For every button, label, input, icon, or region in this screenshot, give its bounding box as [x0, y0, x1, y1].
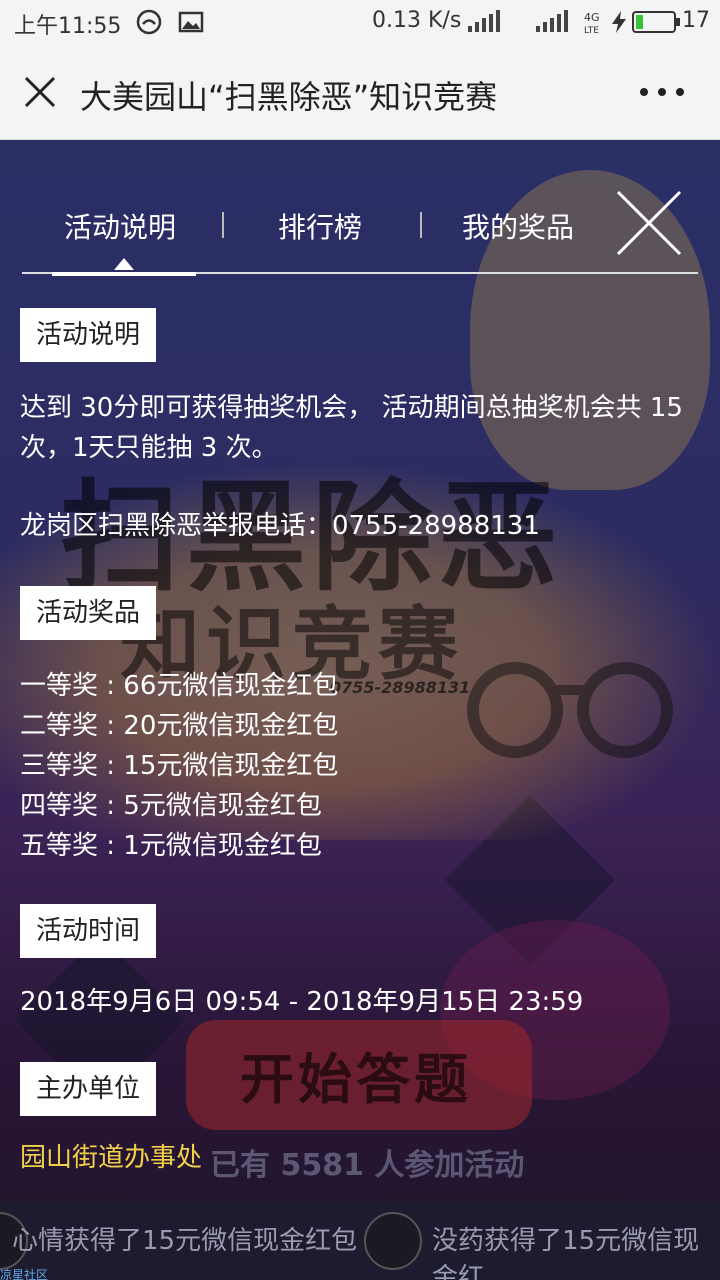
svg-text:4G: 4G [584, 11, 600, 24]
hotline-text: 龙岗区扫黑除恶举报电话：0755-28988131 [20, 511, 540, 541]
prize-item: 四等奖 : 5元微信现金红包 [20, 791, 322, 821]
participant-count: 已有 5581 人参加活动 [210, 1148, 525, 1183]
tab-caret [114, 258, 134, 270]
signal-icon [536, 10, 568, 32]
organizer-name: 园山街道办事处 [20, 1143, 203, 1173]
avatar [364, 1212, 422, 1270]
tab-divider [420, 212, 422, 238]
section-title-prizes: 活动奖品 [20, 586, 157, 640]
tab-bar: 活动说明 排行榜 我的奖品 [22, 190, 698, 276]
section-title-rules: 活动说明 [20, 308, 157, 362]
status-bar: 上午11:55 0.13 K/s 4G LTE 17 [0, 0, 720, 44]
charging-icon [612, 11, 626, 33]
wechat-icon [136, 9, 162, 35]
time-range: 2018年9月6日 09:54 - 2018年9月15日 23:59 [20, 987, 584, 1017]
prize-item: 二等奖 : 20元微信现金红包 [20, 711, 339, 741]
image-icon [178, 11, 204, 33]
rules-line: 次，1天只能抽 3 次。 [20, 433, 278, 463]
watermark: 凉星社区 [0, 1268, 49, 1280]
tab-active-indicator [52, 272, 196, 276]
battery-icon [632, 11, 680, 33]
battery-level [636, 15, 643, 29]
tab-divider [222, 212, 224, 238]
4g-lte-icon: 4G LTE [584, 11, 600, 35]
more-icon[interactable] [640, 74, 684, 110]
title-bar: 大美园山“扫黑除恶”知识竞赛 [0, 44, 720, 140]
tab-my-prizes[interactable]: 我的奖品 [462, 206, 574, 246]
prize-item: 一等奖 : 66元微信现金红包 [20, 671, 339, 701]
close-icon[interactable] [22, 74, 58, 110]
section-title-time: 活动时间 [20, 904, 157, 958]
ticker-item: 心情获得了15元微信现金红包 [12, 1226, 358, 1256]
ticker-item: 没药获得了15元微信现金红 [432, 1226, 700, 1280]
close-icon[interactable] [614, 188, 684, 258]
tab-leaderboard[interactable]: 排行榜 [278, 206, 362, 246]
start-quiz-label: 开始答题 [240, 1048, 472, 1111]
content-area: 扫黑除恶 知识竞赛 0755-28988131 开始答题 已有 5581 人参加… [0, 140, 720, 1280]
rules-line: 达到 30分即可获得抽奖机会， 活动期间总抽奖机会共 15 [20, 393, 683, 423]
prize-item: 三等奖 : 15元微信现金红包 [20, 751, 339, 781]
prize-item: 五等奖 : 1元微信现金红包 [20, 831, 322, 861]
signal-icon [468, 10, 500, 32]
section-title-organizer: 主办单位 [20, 1062, 157, 1116]
battery-percent: 17 [682, 8, 710, 33]
net-speed: 0.13 K/s [372, 8, 462, 33]
winner-ticker: 心情获得了15元微信现金红包 没药获得了15元微信现金红 [0, 1202, 720, 1280]
page-title: 大美园山“扫黑除恶”知识竞赛 [80, 78, 498, 116]
svg-text:LTE: LTE [584, 26, 599, 35]
tab-rules[interactable]: 活动说明 [64, 206, 176, 246]
status-time: 上午11:55 [14, 14, 122, 39]
